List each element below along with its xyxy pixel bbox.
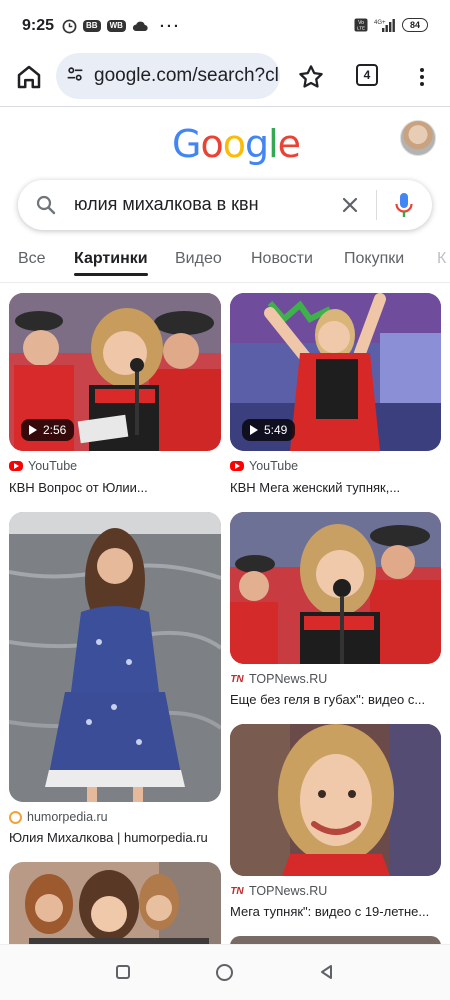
microphone-icon[interactable] xyxy=(392,191,416,219)
video-duration-badge: 2:56 xyxy=(21,419,75,441)
google-logo[interactable]: Google xyxy=(172,122,301,166)
star-icon xyxy=(299,65,323,88)
site-settings-icon[interactable] xyxy=(64,63,86,90)
logo-letter: o xyxy=(200,122,223,166)
bookmark-button[interactable] xyxy=(296,62,326,92)
search-query-text[interactable]: юлия михалкова в квн xyxy=(74,194,259,215)
result-source-name: TOPNews.RU xyxy=(249,884,328,898)
status-bar: 9:25 BB WB ··· Vo LTE 4G+ 84 xyxy=(0,0,450,52)
volte-icon: Vo LTE xyxy=(354,18,368,32)
tab-videos[interactable]: Видео xyxy=(175,250,222,268)
result-source-name: TOPNews.RU xyxy=(249,672,328,686)
tab-shopping[interactable]: Покупки xyxy=(344,250,404,268)
result-source[interactable]: YouTube xyxy=(9,459,77,473)
search-icon[interactable] xyxy=(34,193,58,217)
home-nav-button[interactable] xyxy=(216,964,233,981)
home-icon xyxy=(17,65,41,89)
thumbnail-image xyxy=(230,512,441,664)
image-result-card[interactable] xyxy=(230,936,441,944)
result-source[interactable]: humorpedia.ru xyxy=(9,810,108,824)
topnews-icon: TN xyxy=(230,673,244,685)
result-thumbnail[interactable] xyxy=(230,512,441,664)
svg-text:LTE: LTE xyxy=(357,26,365,31)
result-thumbnail[interactable] xyxy=(230,724,441,876)
status-left: 9:25 BB WB ··· xyxy=(22,17,181,35)
status-time: 9:25 xyxy=(22,17,55,34)
home-button[interactable] xyxy=(14,62,44,92)
video-duration: 5:49 xyxy=(264,423,288,437)
close-icon[interactable] xyxy=(338,193,362,217)
video-duration-badge: 5:49 xyxy=(242,419,296,441)
image-result-card[interactable]: 5:49 YouTube КВН Мега женский тупняк,... xyxy=(230,293,441,503)
system-navigation-bar xyxy=(0,944,450,1000)
bb-app-badge: BB xyxy=(83,20,101,32)
back-icon[interactable] xyxy=(318,963,336,981)
network-type-label: 4G+ xyxy=(374,20,386,26)
image-result-card[interactable]: TN TOPNews.RU Мега тупняк": видео с 19-л… xyxy=(230,724,441,920)
tab-all[interactable]: Все xyxy=(18,250,46,268)
more-menu-button[interactable] xyxy=(416,62,428,92)
logo-letter: G xyxy=(172,122,201,166)
result-source-name: YouTube xyxy=(28,459,78,473)
result-thumbnail[interactable]: 5:49 xyxy=(230,293,441,451)
menu-dot xyxy=(420,82,424,86)
thumbnail-image xyxy=(230,724,441,876)
search-divider xyxy=(376,190,377,220)
image-result-card[interactable] xyxy=(9,862,221,962)
tabs-divider xyxy=(0,282,450,283)
topnews-icon: TN xyxy=(230,885,244,897)
result-source[interactable]: YouTube xyxy=(230,459,298,473)
image-result-card[interactable]: humorpedia.ru Юлия Михалкова | humorpedi… xyxy=(9,512,221,850)
account-avatar[interactable] xyxy=(400,120,436,156)
search-box[interactable]: юлия михалкова в квн xyxy=(18,180,432,230)
result-thumbnail[interactable] xyxy=(230,936,441,944)
result-source-name: YouTube xyxy=(249,459,299,473)
result-source-name: humorpedia.ru xyxy=(27,810,108,824)
tab-news[interactable]: Новости xyxy=(251,250,313,268)
result-source[interactable]: TN TOPNews.RU xyxy=(230,884,327,898)
active-tab-indicator xyxy=(74,273,148,276)
logo-letter: e xyxy=(277,122,301,166)
search-filter-tabs: Все Картинки Видео Новости Покупки К xyxy=(0,240,450,280)
play-icon xyxy=(250,425,258,435)
toolbar-divider xyxy=(0,106,450,107)
more-notifications-icon: ··· xyxy=(159,17,181,35)
logo-letter: o xyxy=(222,122,246,166)
status-right: Vo LTE 4G+ 84 xyxy=(354,18,428,32)
url-text[interactable]: google.com/search?cl xyxy=(94,65,279,87)
thumbnail-image xyxy=(9,512,221,802)
alarm-clock-icon xyxy=(62,19,77,34)
cellular-signal-icon: 4G+ xyxy=(374,18,396,32)
menu-dot xyxy=(420,75,424,79)
youtube-icon xyxy=(230,461,244,471)
browser-toolbar: google.com/search?cl 4 xyxy=(0,52,450,104)
video-duration: 2:56 xyxy=(43,423,67,437)
address-bar[interactable]: google.com/search?cl xyxy=(56,53,280,99)
tab-images[interactable]: Картинки xyxy=(74,250,148,268)
result-title[interactable]: КВН Мега женский тупняк,... xyxy=(230,480,441,495)
recent-apps-button[interactable] xyxy=(116,965,130,979)
humorpedia-icon xyxy=(9,810,22,824)
youtube-icon xyxy=(9,461,23,471)
play-icon xyxy=(29,425,37,435)
wb-app-badge: WB xyxy=(106,20,126,32)
result-thumbnail[interactable] xyxy=(9,512,221,802)
result-title[interactable]: Еще без геля в губах": видео с... xyxy=(230,692,441,707)
cloud-icon xyxy=(132,20,148,32)
result-title[interactable]: Юлия Михалкова | humorpedia.ru xyxy=(9,830,221,845)
result-title[interactable]: КВН Вопрос от Юлии... xyxy=(9,480,221,495)
logo-letter: l xyxy=(268,122,279,166)
tab-more-cutoff[interactable]: К xyxy=(437,250,446,268)
menu-dot xyxy=(420,68,424,72)
battery-indicator: 84 xyxy=(402,18,428,32)
result-title[interactable]: Мега тупняк": видео с 19-летне... xyxy=(230,904,441,919)
image-result-card[interactable]: TN TOPNews.RU Еще без геля в губах": вид… xyxy=(230,512,441,712)
image-result-card[interactable]: 2:56 YouTube КВН Вопрос от Юлии... xyxy=(9,293,221,503)
tab-switcher-button[interactable]: 4 xyxy=(356,64,378,86)
result-thumbnail[interactable]: 2:56 xyxy=(9,293,221,451)
logo-letter: g xyxy=(244,122,269,166)
result-source[interactable]: TN TOPNews.RU xyxy=(230,672,327,686)
